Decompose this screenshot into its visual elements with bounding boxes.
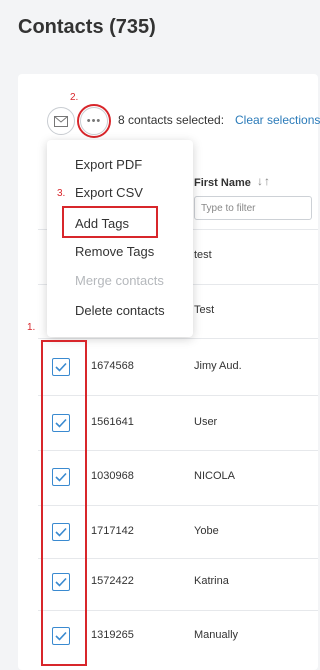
contact-id-cell: 1717142: [91, 525, 134, 537]
menu-item-export-pdf[interactable]: Export PDF: [75, 157, 142, 172]
more-horizontal-icon: •••: [86, 115, 102, 127]
menu-item-delete-contacts[interactable]: Delete contacts: [75, 303, 165, 318]
row-divider: [38, 558, 318, 559]
row-divider: [38, 450, 318, 451]
selection-count: 8 contacts selected:: [118, 113, 225, 127]
row-divider: [38, 338, 318, 339]
checkmark-icon: [55, 472, 67, 482]
email-button[interactable]: [47, 107, 75, 135]
menu-item-add-tags[interactable]: Add Tags: [75, 216, 129, 231]
first-name-cell: Manually: [194, 629, 239, 641]
bulk-actions-menu: Export PDF Export CSV Add Tags Remove Tags M…: [47, 140, 193, 337]
checkmark-icon: [55, 631, 67, 641]
clear-selections-link[interactable]: Clear selections: [235, 113, 320, 127]
first-name-filter-input[interactable]: [194, 196, 312, 220]
contact-id-cell: 1561641: [91, 416, 134, 428]
row-checkbox[interactable]: [52, 627, 70, 645]
more-actions-button[interactable]: •••: [80, 107, 108, 135]
checkmark-icon: [55, 362, 67, 372]
sort-arrows-icon[interactable]: ↓↑: [257, 174, 271, 188]
menu-item-export-csv[interactable]: Export CSV: [75, 185, 143, 200]
contact-id-cell: 1674568: [91, 360, 134, 372]
first-name-cell: Katrina: [194, 575, 229, 587]
first-name-cell: Jimy Aud.: [194, 360, 242, 372]
first-name-cell: Test: [194, 304, 215, 316]
row-checkbox[interactable]: [52, 414, 70, 432]
first-name-cell: User: [194, 416, 218, 428]
annotation-step-3: 3.: [57, 188, 66, 199]
checkmark-icon: [55, 527, 67, 537]
annotation-step-2: 2.: [70, 92, 79, 103]
first-name-column-header[interactable]: First Name: [194, 177, 251, 189]
contact-id-cell: 1572422: [91, 575, 134, 587]
menu-item-merge-contacts: Merge contacts: [75, 273, 164, 288]
page-title: Contacts (735): [18, 16, 156, 38]
contact-id-cell: 1030968: [91, 470, 134, 482]
first-name-cell: NICOLA: [194, 470, 235, 482]
first-name-cell: test: [194, 249, 212, 261]
row-checkbox[interactable]: [52, 468, 70, 486]
checkmark-icon: [55, 418, 67, 428]
first-name-cell: Yobe: [194, 525, 219, 537]
menu-item-remove-tags[interactable]: Remove Tags: [75, 244, 154, 259]
row-divider: [38, 505, 318, 506]
row-checkbox[interactable]: [52, 523, 70, 541]
row-divider: [38, 395, 318, 396]
checkmark-icon: [55, 577, 67, 587]
contact-id-cell: 1319265: [91, 629, 134, 641]
annotation-step-1: 1.: [27, 322, 36, 333]
envelope-icon: [54, 115, 68, 127]
row-checkbox[interactable]: [52, 573, 70, 591]
row-checkbox[interactable]: [52, 358, 70, 376]
row-divider: [38, 610, 318, 611]
